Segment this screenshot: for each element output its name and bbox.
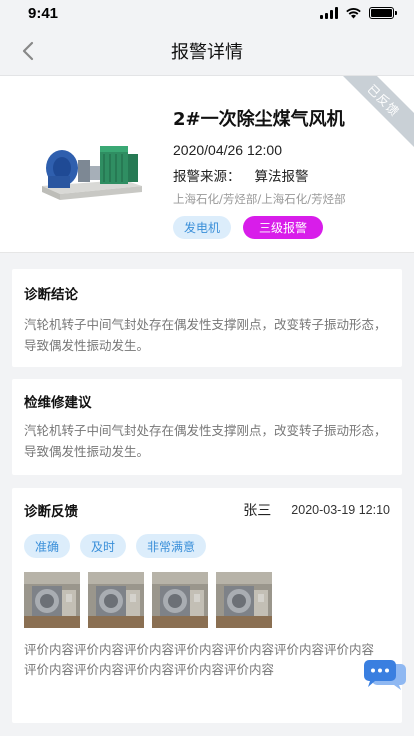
feedback-tags: 准确 及时 非常满意 [24,534,390,558]
status-icons [320,7,397,19]
feedback-tag: 及时 [80,534,127,558]
feedback-time: 2020-03-19 12:10 [291,503,390,517]
diagnosis-text: 汽轮机转子中间气封处存在偶发性支撑刚点，改变转子振动形态，导致偶发性振动发生。 [24,317,387,353]
alarm-level-tag: 三级报警 [243,215,324,239]
maintenance-title: 检维修建议 [24,395,92,411]
feedback-title: 诊断反馈 [24,504,78,520]
alarm-datetime: 2020/04/26 12:00 [173,141,282,158]
feedback-photo[interactable] [152,572,208,628]
alarm-tags: 发电机 三级报警 [173,215,394,239]
feedback-photo[interactable] [88,572,144,628]
back-button[interactable] [14,37,42,65]
feedback-header: 诊断反馈 张三 2020-03-19 12:10 [24,500,390,520]
alarm-source-label: 报警来源： [173,168,241,185]
nav-bar: 报警详情 [0,26,414,76]
status-bar: 9:41 [0,0,414,26]
diagnosis-section: 诊断结论 汽轮机转子中间气封处存在偶发性支撑刚点，改变转子振动形态，导致偶发性振… [12,269,402,367]
page-title: 报警详情 [171,41,243,63]
equipment-type-tag: 发电机 [173,215,232,239]
maintenance-section: 检维修建议 汽轮机转子中间气封处存在偶发性支撑刚点，改变转子振动形态，导致偶发性… [12,379,402,475]
equipment-name: 2#一次除尘煤气风机 [173,109,345,130]
alarm-source-value: 算法报警 [254,168,309,185]
feedback-person: 张三 [243,503,272,519]
diagnosis-title: 诊断结论 [24,287,78,303]
photo-thumbnail [152,572,208,628]
feedback-tag: 准确 [24,534,71,558]
status-time: 9:41 [28,4,59,22]
alarm-info: 2#一次除尘煤气风机 2020/04/26 12:00 报警来源： 算法报警 上海… [173,110,394,239]
alarm-summary-card: 已反馈 2#一次除尘煤气风机 2020/04/26 12:00 报警来源： 算法报… [0,76,414,253]
feedback-section: 诊断反馈 张三 2020-03-19 12:10 准确 及时 非常满意 评价内容… [12,488,402,723]
cellular-signal-icon [320,7,338,19]
alarm-source: 报警来源： 算法报警 [173,165,394,185]
photo-thumbnail [24,572,80,628]
feedback-photo[interactable] [216,572,272,628]
chevron-left-icon [22,41,34,61]
feedback-photos [24,572,390,628]
photo-thumbnail [88,572,144,628]
feedback-text: 评价内容评价内容评价内容评价内容评价内容评价内容评价内容评价内容评价内容评价内容… [24,642,375,677]
chat-bubbles-icon[interactable] [363,658,407,692]
battery-icon [369,7,397,19]
maintenance-text: 汽轮机转子中间气封处存在偶发性支撑刚点，改变转子振动形态，导致偶发性振动发生。 [24,423,387,459]
wifi-icon [346,8,361,19]
org-path: 上海石化/芳烃部/上海石化/芳烃部 [173,191,346,206]
photo-thumbnail [216,572,272,628]
feedback-tag: 非常满意 [136,534,207,558]
equipment-image [42,146,142,200]
feedback-photo[interactable] [24,572,80,628]
